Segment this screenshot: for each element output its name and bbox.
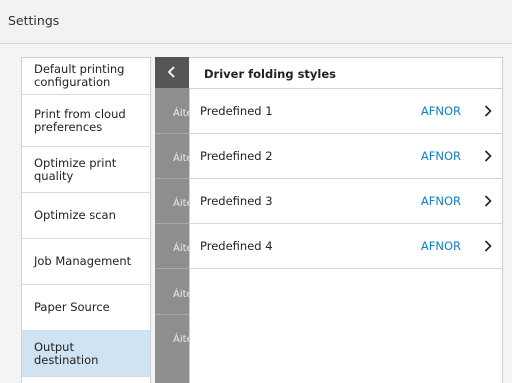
row-label: Predefined 2 [200,149,273,163]
strip-item-label: Áite [173,198,189,209]
strip-divider [155,223,189,224]
sidebar-item-job-management[interactable]: Job Management [22,239,150,285]
window-title: Settings [8,13,60,28]
row-label: Predefined 1 [200,104,273,118]
folding-style-row-3[interactable]: Predefined 3 AFNOR [189,179,502,224]
strip-item-label: Áite [173,108,189,119]
sidebar-item-paper-source[interactable]: Paper Source [22,285,150,331]
strip-divider [155,268,189,269]
chevron-right-icon [484,240,492,252]
sidebar-item-label: Optimize scan [34,208,116,222]
row-label: Predefined 3 [200,194,273,208]
strip-divider [155,133,189,134]
strip-item-label: Áite [173,334,189,345]
strip-divider [155,178,189,179]
back-button[interactable] [155,57,189,88]
sidebar-item-label: Default printing configuration [34,62,125,89]
row-value: AFNOR [420,149,461,163]
panel-header: Driver folding styles [189,58,502,89]
folding-style-row-4[interactable]: Predefined 4 AFNOR [189,224,502,269]
settings-sidebar: Default printing configuration Print fro… [21,57,151,383]
chevron-right-icon [484,150,492,162]
sidebar-item-label: Optimize print quality [34,155,117,183]
chevron-right-icon [484,195,492,207]
sidebar-item-label: Job Management [34,254,132,268]
detail-panel: Driver folding styles Predefined 1 AFNOR… [189,57,503,383]
strip-item-label: Áite [173,243,189,254]
strip-divider [155,314,189,315]
row-value: AFNOR [420,104,461,118]
folding-style-row-1[interactable]: Predefined 1 AFNOR [189,89,502,134]
collapsed-list-strip: Áite Áite Áite Áite Áite Áite [155,57,189,383]
strip-item-label: Áite [173,153,189,164]
chevron-left-icon [167,66,175,78]
row-value: AFNOR [420,194,461,208]
sidebar-item-optimize-scan[interactable]: Optimize scan [22,193,150,239]
chevron-right-icon [484,105,492,117]
sidebar-item-default-printing-configuration[interactable]: Default printing configuration [22,58,150,95]
sidebar-item-print-from-cloud-preferences[interactable]: Print from cloud preferences [22,95,150,147]
strip-item-label: Áite [173,289,189,300]
row-value: AFNOR [420,239,461,253]
row-label: Predefined 4 [200,239,273,253]
sidebar-item-label: Print from cloud preferences [34,106,126,134]
panel-title: Driver folding styles [204,67,336,81]
panel-divider [189,88,190,383]
folding-style-row-2[interactable]: Predefined 2 AFNOR [189,134,502,179]
sidebar-item-optimize-print-quality[interactable]: Optimize print quality [22,147,150,193]
sidebar-item-output-destination[interactable]: Output destination [22,331,150,377]
main-area: Default printing configuration Print fro… [0,44,512,383]
sidebar-item-label: Paper Source [34,300,110,314]
title-bar: Settings [0,0,512,44]
sidebar-item-label: Output destination [34,339,99,367]
